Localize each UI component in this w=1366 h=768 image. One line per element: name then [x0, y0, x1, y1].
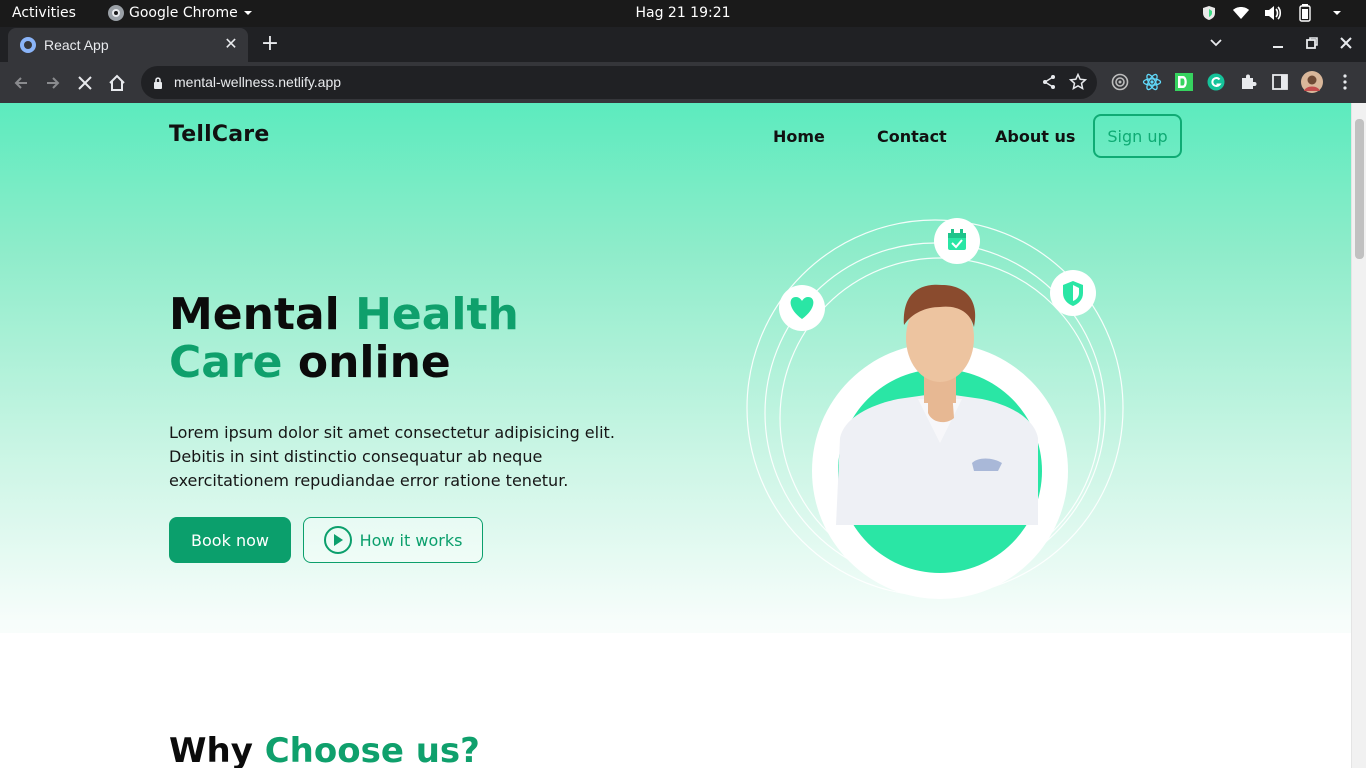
bookmark-star-icon[interactable]: [1068, 72, 1088, 95]
scrollbar-thumb[interactable]: [1355, 119, 1364, 259]
chrome-menu-icon[interactable]: [1335, 72, 1355, 92]
stop-loading-icon[interactable]: [72, 70, 98, 96]
calendar-check-icon: [934, 218, 980, 264]
heart-icon: [779, 285, 825, 331]
app-menu-label: Google Chrome: [129, 5, 238, 21]
loading-favicon-icon: [20, 37, 36, 53]
home-icon[interactable]: [104, 70, 130, 96]
shield-icon: [1050, 270, 1096, 316]
book-now-button[interactable]: Book now: [169, 517, 291, 563]
extension-d-icon[interactable]: [1174, 72, 1194, 92]
clock[interactable]: Hag 21 19:21: [635, 5, 730, 21]
lock-icon[interactable]: [153, 75, 163, 94]
hero-title-accent1: Health: [355, 289, 519, 340]
grammarly-icon[interactable]: [1206, 72, 1226, 92]
section-title-part1: Why: [169, 731, 265, 768]
hero-title-part1: Mental: [169, 289, 356, 340]
url-text: mental-wellness.netlify.app: [174, 74, 342, 90]
brand-logo[interactable]: TellCare: [169, 122, 269, 147]
nav-home[interactable]: Home: [773, 127, 825, 146]
landing-page: TellCare Home Contact About us Sign up M…: [0, 103, 1351, 768]
react-devtools-icon[interactable]: [1142, 72, 1162, 92]
close-window-icon[interactable]: [1336, 33, 1356, 53]
system-top-bar: Activities Google Chrome Hag 21 19:21: [0, 0, 1366, 27]
chrome-icon: [108, 5, 124, 21]
extensions-puzzle-icon[interactable]: [1238, 72, 1258, 92]
hero-title: Mental Health Care online: [169, 291, 519, 387]
page-viewport: TellCare Home Contact About us Sign up M…: [0, 103, 1366, 768]
why-choose-us-title: Why Choose us?: [169, 731, 480, 768]
restore-icon[interactable]: [1302, 33, 1322, 53]
page-scrollbar[interactable]: [1351, 103, 1366, 768]
side-panel-icon[interactable]: [1270, 72, 1290, 92]
hero-illustration: [740, 213, 1130, 603]
tab-search-icon[interactable]: [1206, 33, 1226, 53]
back-arrow-icon[interactable]: [8, 70, 34, 96]
sign-up-button[interactable]: Sign up: [1093, 114, 1182, 158]
share-icon[interactable]: [1041, 74, 1057, 94]
power-menu-icon[interactable]: [1328, 4, 1346, 22]
close-tab-icon[interactable]: ✕: [222, 36, 240, 54]
nav-about-us[interactable]: About us: [995, 127, 1075, 146]
hero-title-accent2: Care: [169, 337, 283, 388]
play-icon: [323, 526, 352, 554]
hero-title-part2: online: [282, 337, 451, 388]
extension-target-icon[interactable]: [1110, 72, 1130, 92]
profile-avatar[interactable]: [1300, 70, 1324, 94]
section-title-accent: Choose us?: [264, 731, 480, 768]
activities-button[interactable]: Activities: [12, 5, 76, 21]
volume-icon[interactable]: [1264, 4, 1282, 22]
browser-toolbar: mental-wellness.netlify.app: [0, 62, 1366, 103]
forward-arrow-icon[interactable]: [40, 70, 66, 96]
app-menu[interactable]: Google Chrome: [108, 5, 253, 21]
minimize-icon[interactable]: [1268, 33, 1288, 53]
how-it-works-label: How it works: [359, 530, 463, 550]
chevron-down-icon: [243, 11, 252, 15]
browser-tab-strip: React App ✕ +: [0, 27, 1366, 62]
address-bar[interactable]: mental-wellness.netlify.app: [141, 66, 1097, 99]
system-tray[interactable]: [1200, 4, 1346, 22]
window-controls: [1206, 33, 1356, 53]
how-it-works-button[interactable]: How it works: [303, 517, 483, 563]
hero-description: Lorem ipsum dolor sit amet consectetur a…: [169, 423, 615, 490]
nav-contact[interactable]: Contact: [877, 127, 947, 146]
new-tab-button[interactable]: +: [258, 33, 282, 57]
browser-tab[interactable]: React App ✕: [8, 28, 248, 62]
tab-title: React App: [44, 37, 109, 53]
wifi-icon[interactable]: [1232, 4, 1250, 22]
shield-status-icon[interactable]: [1200, 4, 1218, 22]
battery-icon[interactable]: [1296, 4, 1314, 22]
